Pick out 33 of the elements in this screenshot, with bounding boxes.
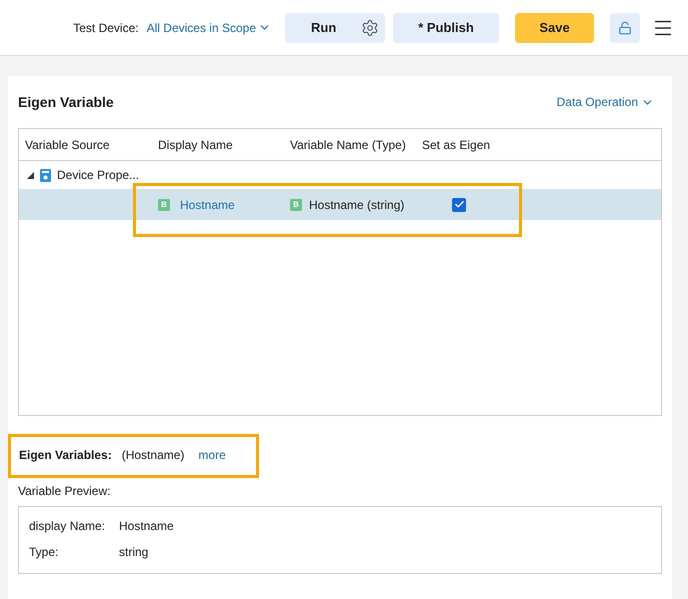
column-header: Variable Source [25,136,110,154]
check-icon [454,199,464,210]
unlock-icon [618,20,632,34]
table-row[interactable]: B Hostname B Hostname (string) [19,189,661,220]
eigen-variables-label: Eigen Variables: [19,447,112,464]
more-link[interactable]: more [198,446,226,464]
run-label: Run [311,18,336,37]
preview-key: Type: [29,543,119,561]
panel-title: Eigen Variable [18,92,114,112]
column-header: Variable Name (Type) [290,136,407,154]
preview-value: Hostname [119,518,174,535]
data-operation-dropdown[interactable]: Data Operation [556,93,654,111]
test-device-label: Test Device: [73,20,139,36]
column-header: Set as Eigen [422,136,492,154]
eigen-checkbox[interactable] [452,198,466,212]
display-name-link[interactable]: Hostname [180,196,235,214]
column-header: Display Name [158,136,234,154]
unlock-button[interactable] [610,12,640,42]
preview-key: display Name: [29,517,119,535]
settings-icon[interactable] [361,18,379,36]
device-scope-dropdown[interactable]: All Devices in Scope [146,18,271,36]
device-icon [40,168,51,182]
run-button[interactable]: Run [285,12,385,42]
preview-label: Variable Preview: [18,483,112,500]
preview-value: string [119,544,148,561]
variable-name: Hostname (string) [309,196,404,214]
boolean-type-badge: B [290,198,302,210]
variable-source: Device Prope... [57,167,140,184]
eigen-variables-value: (Hostname) [122,447,184,464]
expanded-triangle-icon[interactable] [27,172,34,178]
publish-button[interactable]: * Publish [393,12,499,42]
save-button[interactable]: Save [515,12,594,42]
boolean-type-badge: B [158,198,170,210]
